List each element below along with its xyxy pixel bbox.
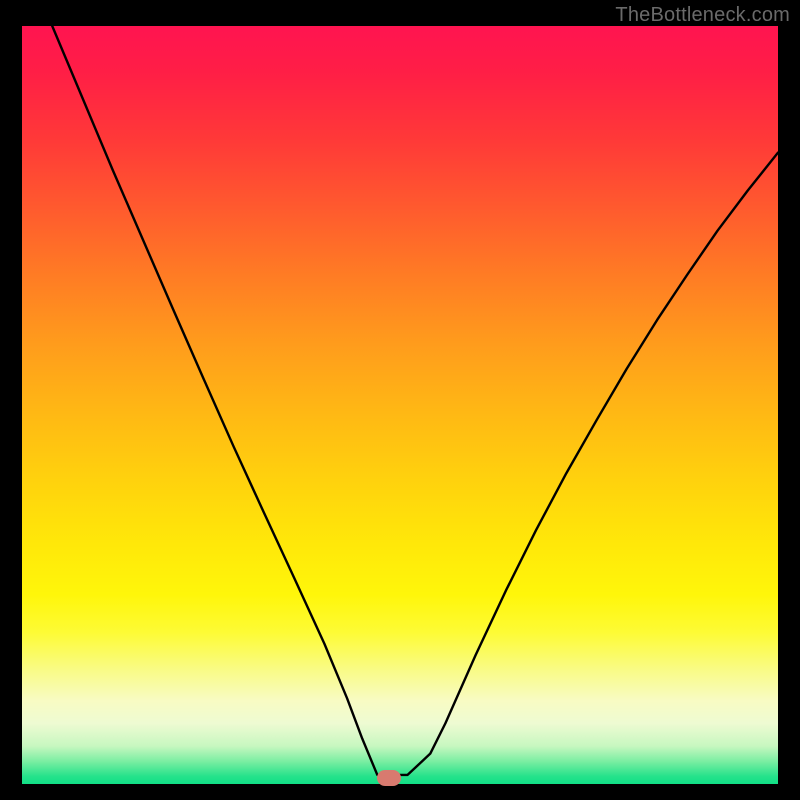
chart-stage: TheBottleneck.com xyxy=(0,0,800,800)
bottleneck-curve xyxy=(52,26,778,775)
curve-svg xyxy=(22,26,778,784)
balance-marker xyxy=(377,770,401,786)
watermark-text: TheBottleneck.com xyxy=(615,4,790,27)
